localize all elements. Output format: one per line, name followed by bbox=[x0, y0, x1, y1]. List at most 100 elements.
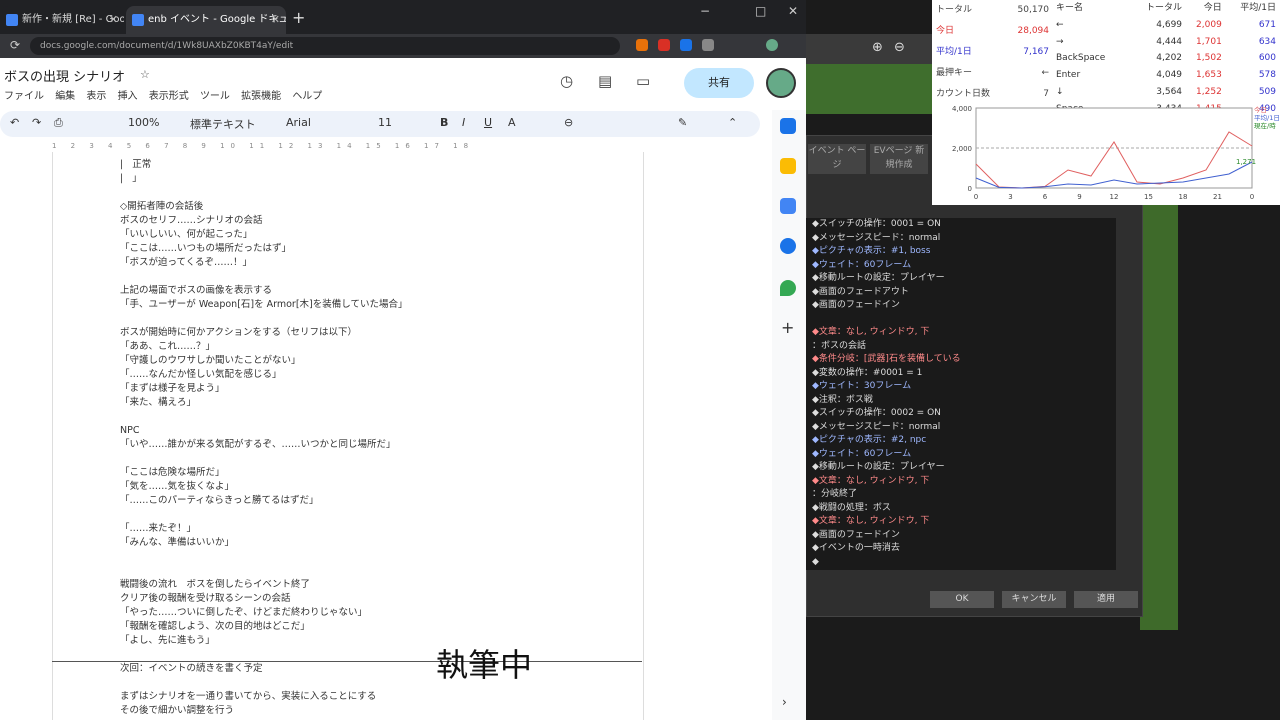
stat-value: 50,170 bbox=[1017, 5, 1050, 15]
divider bbox=[52, 661, 642, 662]
collapse-icon[interactable]: ⌃ bbox=[728, 116, 737, 129]
meet-icon[interactable]: ▭ bbox=[636, 72, 650, 90]
rpg-toolbar: ⊕ ⊖ bbox=[806, 34, 936, 64]
event-command[interactable]: ◆条件分岐：[武器]石を装備している bbox=[812, 353, 1116, 367]
event-command[interactable]: ◆ウェイト：60フレーム bbox=[812, 448, 1116, 462]
print-icon[interactable]: ⎙ bbox=[54, 116, 63, 130]
event-command[interactable]: ◆画面のフェードアウト bbox=[812, 286, 1116, 300]
event-command[interactable]: ◆画面のフェードイン bbox=[812, 529, 1116, 543]
event-command[interactable]: ◆文章：なし, ウィンドウ, 下 bbox=[812, 326, 1116, 340]
event-command[interactable]: ：ボスの会話 bbox=[812, 340, 1116, 354]
new-tab-button[interactable]: + bbox=[292, 8, 305, 27]
event-command[interactable]: ◆変数の操作：#0001 = 1 bbox=[812, 367, 1116, 381]
reload-icon[interactable]: ⟳ bbox=[10, 38, 20, 52]
comment-icon[interactable]: ▤ bbox=[598, 72, 612, 90]
ok-button[interactable]: OK bbox=[930, 591, 994, 608]
menu-insert[interactable]: 挿入 bbox=[118, 91, 138, 102]
document-line: 「まずは様子を見よう」 bbox=[120, 383, 225, 394]
event-command[interactable]: ◆文章：なし, ウィンドウ, 下 bbox=[812, 515, 1116, 529]
address-bar[interactable]: docs.google.com/document/d/1Wk8UAXbZ0KBT… bbox=[30, 37, 620, 55]
italic-icon[interactable]: I bbox=[462, 116, 465, 129]
underline-icon[interactable]: U bbox=[484, 116, 492, 129]
text-color-icon[interactable]: A bbox=[508, 116, 516, 129]
event-command[interactable]: ◆移動ルートの設定：プレイヤー bbox=[812, 461, 1116, 475]
bold-icon[interactable]: B bbox=[440, 116, 448, 129]
event-command[interactable]: ：分岐終了 bbox=[812, 488, 1116, 502]
maximize-button[interactable]: □ bbox=[755, 4, 766, 18]
menu-edit[interactable]: 編集 bbox=[55, 91, 75, 102]
event-command[interactable]: ◆イベントの一時消去 bbox=[812, 542, 1116, 556]
y-tick-label: 0 bbox=[968, 185, 972, 193]
menu-view[interactable]: 表示 bbox=[86, 91, 106, 102]
event-command[interactable]: ◆文章：なし, ウィンドウ, 下 bbox=[812, 475, 1116, 489]
menu-help[interactable]: ヘルプ bbox=[292, 91, 322, 102]
data-label: 1,271 bbox=[1236, 158, 1256, 166]
event-command-list[interactable]: ◆スイッチの操作：0001 = ON ◆メッセージスピード：normal ◆ピクチャ… bbox=[806, 218, 1116, 570]
add-icon[interactable]: + bbox=[781, 318, 794, 337]
event-command[interactable]: ◆メッセージスピード：normal bbox=[812, 421, 1116, 435]
close-icon[interactable]: ✕ bbox=[109, 6, 118, 34]
contacts-icon[interactable] bbox=[780, 238, 796, 254]
event-command[interactable]: ◆戦闘の処理：ボス bbox=[812, 502, 1116, 516]
avatar[interactable] bbox=[766, 68, 796, 98]
tab-event-page[interactable]: イベント ページ bbox=[808, 144, 866, 174]
event-command[interactable]: ◆移動ルートの設定：プレイヤー bbox=[812, 272, 1116, 286]
table-row: → 4,444 1,701 634 bbox=[1054, 34, 1276, 51]
zoom-out-icon[interactable]: ⊖ bbox=[894, 40, 905, 55]
menu-tools[interactable]: ツール bbox=[200, 91, 230, 102]
event-command[interactable]: ◆画面のフェードイン bbox=[812, 299, 1116, 313]
event-command[interactable]: ◆ピクチャの表示：#2, npc bbox=[812, 434, 1116, 448]
redo-icon[interactable]: ↷ bbox=[32, 116, 41, 129]
event-command[interactable]: ◆ウェイト：30フレーム bbox=[812, 380, 1116, 394]
font-select[interactable]: Arial bbox=[286, 116, 311, 129]
event-command[interactable]: ◆ウェイト：60フレーム bbox=[812, 259, 1116, 273]
document-line: 「手、ユーザーが Weapon[石]を Armor[木]を装備していた場合」 bbox=[120, 299, 408, 310]
zoom-select[interactable]: 100% bbox=[128, 116, 159, 129]
extension-icon[interactable] bbox=[680, 39, 692, 51]
event-command[interactable]: ◆注釈：ボス戦 bbox=[812, 394, 1116, 408]
calendar-icon[interactable] bbox=[780, 118, 796, 134]
share-button[interactable]: 共有 bbox=[684, 68, 754, 98]
tab-2[interactable]: enb イベント - Google ドキュ ✕ bbox=[126, 6, 286, 34]
close-window-button[interactable]: ✕ bbox=[788, 4, 798, 18]
document-body[interactable]: | 正常 | 」 ◇開拓者陣の会話後 ボスのセリフ……シナリオの会話 「いいしいい、何… bbox=[120, 158, 640, 718]
event-command[interactable]: ◆ bbox=[812, 556, 1116, 570]
tasks-icon[interactable] bbox=[780, 198, 796, 214]
maps-icon[interactable] bbox=[780, 280, 796, 296]
event-command[interactable]: ◆スイッチの操作：0002 = ON bbox=[812, 407, 1116, 421]
minimize-button[interactable]: − bbox=[700, 4, 710, 18]
cancel-button[interactable]: キャンセル bbox=[1002, 591, 1066, 608]
event-command[interactable]: ◆ピクチャの表示：#1, boss bbox=[812, 245, 1116, 259]
menu-extensions[interactable]: 拡張機能 bbox=[241, 91, 281, 102]
map-view-edge[interactable] bbox=[1140, 200, 1178, 630]
chevron-right-icon[interactable]: › bbox=[782, 695, 787, 709]
extension-icon[interactable] bbox=[636, 39, 648, 51]
font-size[interactable]: 11 bbox=[378, 116, 392, 129]
map-view[interactable] bbox=[806, 64, 936, 114]
menu-format[interactable]: 表示形式 bbox=[149, 91, 189, 102]
tab-1[interactable]: 新作・新規 [Re] - Google ✕ bbox=[0, 6, 124, 34]
document-line: ボスのセリフ……シナリオの会話 bbox=[120, 215, 263, 226]
document-title[interactable]: ボスの出現 シナリオ bbox=[4, 66, 125, 85]
event-command[interactable]: ◆スイッチの操作：0001 = ON bbox=[812, 218, 1116, 232]
star-icon[interactable]: ☆ bbox=[140, 68, 150, 81]
undo-icon[interactable]: ↶ bbox=[10, 116, 19, 129]
event-command[interactable]: ◆メッセージスピード：normal bbox=[812, 232, 1116, 246]
event-command[interactable] bbox=[812, 313, 1116, 327]
tab-new-page[interactable]: EVページ 新規作成 bbox=[870, 144, 928, 174]
edit-mode-icon[interactable]: ✎ bbox=[678, 116, 687, 129]
puzzle-icon[interactable] bbox=[702, 39, 714, 51]
link-icon[interactable]: ⊖ bbox=[564, 116, 573, 129]
extension-icon[interactable] bbox=[658, 39, 670, 51]
profile-icon[interactable] bbox=[766, 39, 778, 51]
close-icon[interactable]: ✕ bbox=[271, 6, 280, 34]
table-cell: 3,564 bbox=[1156, 86, 1183, 97]
apply-button[interactable]: 適用 bbox=[1074, 591, 1138, 608]
zoom-in-icon[interactable]: ⊕ bbox=[872, 40, 883, 55]
menu-file[interactable]: ファイル bbox=[4, 91, 44, 102]
style-select[interactable]: 標準テキスト bbox=[190, 116, 256, 132]
keep-icon[interactable] bbox=[780, 158, 796, 174]
history-icon[interactable]: ◷ bbox=[560, 72, 573, 90]
